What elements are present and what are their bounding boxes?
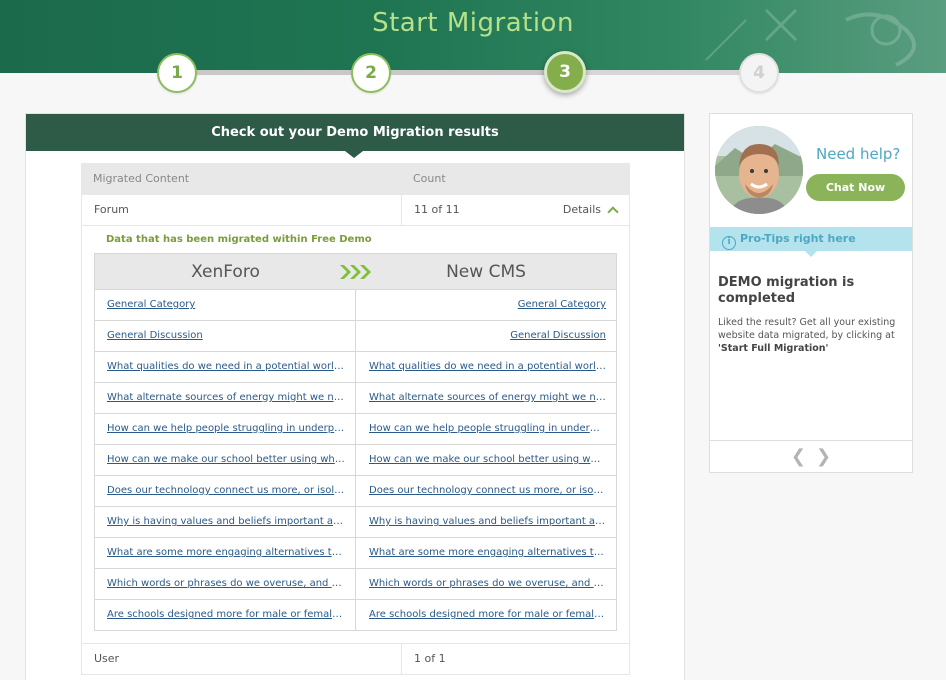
source-link[interactable]: Which words or phrases do we overuse, an… bbox=[95, 569, 356, 599]
source-link[interactable]: How can we make our school better using … bbox=[95, 445, 356, 475]
step-3-active: 3 bbox=[544, 51, 586, 93]
results-table: Migrated Content Count Forum 11 of 11 De… bbox=[81, 163, 630, 675]
chevron-right-icon[interactable]: ❯ bbox=[816, 446, 831, 467]
row-count: 11 of 11 bbox=[414, 203, 460, 216]
step-1: 1 bbox=[157, 53, 197, 93]
info-icon: i bbox=[722, 236, 736, 250]
row-count-cell: 1 of 1 bbox=[402, 644, 629, 674]
source-link[interactable]: General Category bbox=[95, 290, 356, 320]
row-count: 1 of 1 bbox=[414, 652, 446, 665]
source-link[interactable]: Why is having values and beliefs importa… bbox=[95, 507, 356, 537]
target-platform: New CMS bbox=[446, 261, 526, 282]
mapping-row: Which words or phrases do we overuse, an… bbox=[95, 568, 616, 599]
mapping-row: Does our technology connect us more, or … bbox=[95, 475, 616, 506]
mapping-row: How can we make our school better using … bbox=[95, 444, 616, 475]
mapping-row: Why is having values and beliefs importa… bbox=[95, 506, 616, 537]
table-row-forum: Forum 11 of 11 Details bbox=[81, 195, 630, 226]
row-count-cell: 11 of 11 Details bbox=[402, 195, 629, 225]
target-link[interactable]: What qualities do we need in a potential… bbox=[356, 352, 616, 382]
tips-pager: ❮ ❯ bbox=[710, 440, 912, 472]
results-panel: Check out your Demo Migration results Mi… bbox=[25, 113, 685, 680]
tip-body-text: Liked the result? Get all your existing … bbox=[718, 317, 896, 341]
column-migrated-content: Migrated Content bbox=[93, 172, 190, 185]
mapping-row: What qualities do we need in a potential… bbox=[95, 351, 616, 382]
help-sidebar: Need help? Chat Now i Pro-Tips right here… bbox=[709, 113, 913, 473]
source-link[interactable]: How can we help people struggling in und… bbox=[95, 414, 356, 444]
results-table-header: Migrated Content Count bbox=[81, 163, 630, 195]
mapping-table: XenForo New CMS General Category General… bbox=[94, 253, 617, 631]
row-content: User bbox=[82, 644, 402, 674]
source-link[interactable]: What alternate sources of energy might w… bbox=[95, 383, 356, 413]
target-link[interactable]: General Category bbox=[356, 290, 616, 320]
details-toggle[interactable]: Details bbox=[562, 195, 619, 225]
target-link[interactable]: Which words or phrases do we overuse, an… bbox=[356, 569, 616, 599]
demo-note: Data that has been migrated within Free … bbox=[106, 234, 372, 245]
mapping-row: How can we help people struggling in und… bbox=[95, 413, 616, 444]
target-link[interactable]: What alternate sources of energy might w… bbox=[356, 383, 616, 413]
mapping-header: XenForo New CMS bbox=[95, 254, 616, 289]
need-help-text: Need help? bbox=[816, 145, 901, 163]
mapping-row: General Discussion General Discussion bbox=[95, 320, 616, 351]
target-link[interactable]: What are some more engaging alternatives… bbox=[356, 538, 616, 568]
tip-body: Liked the result? Get all your existing … bbox=[718, 316, 908, 355]
target-link[interactable]: How can we help people struggling in und… bbox=[356, 414, 616, 444]
source-link[interactable]: What are some more engaging alternatives… bbox=[95, 538, 356, 568]
step-4: 4 bbox=[739, 53, 779, 93]
support-avatar bbox=[715, 126, 803, 214]
row-content: Forum bbox=[82, 195, 402, 225]
protips-label: Pro-Tips right here bbox=[740, 232, 856, 245]
results-heading: Check out your Demo Migration results bbox=[26, 114, 684, 158]
tip-body-action: 'Start Full Migration' bbox=[718, 343, 829, 354]
chat-now-button[interactable]: Chat Now bbox=[806, 174, 905, 201]
mapping-row: General Category General Category bbox=[95, 289, 616, 320]
chevron-up-icon bbox=[607, 206, 619, 218]
target-link[interactable]: Are schools designed more for male or fe… bbox=[356, 600, 616, 630]
chevron-left-icon[interactable]: ❮ bbox=[791, 446, 806, 467]
arrows-icon bbox=[340, 265, 371, 279]
page-title: Start Migration bbox=[372, 8, 574, 38]
forum-details-panel: Data that has been migrated within Free … bbox=[81, 226, 630, 644]
table-row-user: User 1 of 1 bbox=[81, 644, 630, 675]
source-link[interactable]: What qualities do we need in a potential… bbox=[95, 352, 356, 382]
source-link[interactable]: Are schools designed more for male or fe… bbox=[95, 600, 356, 630]
column-count: Count bbox=[413, 172, 446, 185]
step-2: 2 bbox=[351, 53, 391, 93]
target-link[interactable]: Why is having values and beliefs importa… bbox=[356, 507, 616, 537]
tip-title: DEMO migration is completed bbox=[718, 275, 855, 306]
protips-banner: i Pro-Tips right here bbox=[710, 227, 912, 257]
target-link[interactable]: General Discussion bbox=[356, 321, 616, 351]
details-label: Details bbox=[562, 203, 601, 216]
mapping-row: What alternate sources of energy might w… bbox=[95, 382, 616, 413]
target-link[interactable]: How can we make our school better using … bbox=[356, 445, 616, 475]
source-link[interactable]: Does our technology connect us more, or … bbox=[95, 476, 356, 506]
source-platform: XenForo bbox=[191, 261, 260, 282]
source-link[interactable]: General Discussion bbox=[95, 321, 356, 351]
avatar-photo bbox=[715, 126, 803, 214]
mapping-row: Are schools designed more for male or fe… bbox=[95, 599, 616, 630]
mapping-row: What are some more engaging alternatives… bbox=[95, 537, 616, 568]
target-link[interactable]: Does our technology connect us more, or … bbox=[356, 476, 616, 506]
header-banner: Start Migration bbox=[0, 0, 946, 73]
